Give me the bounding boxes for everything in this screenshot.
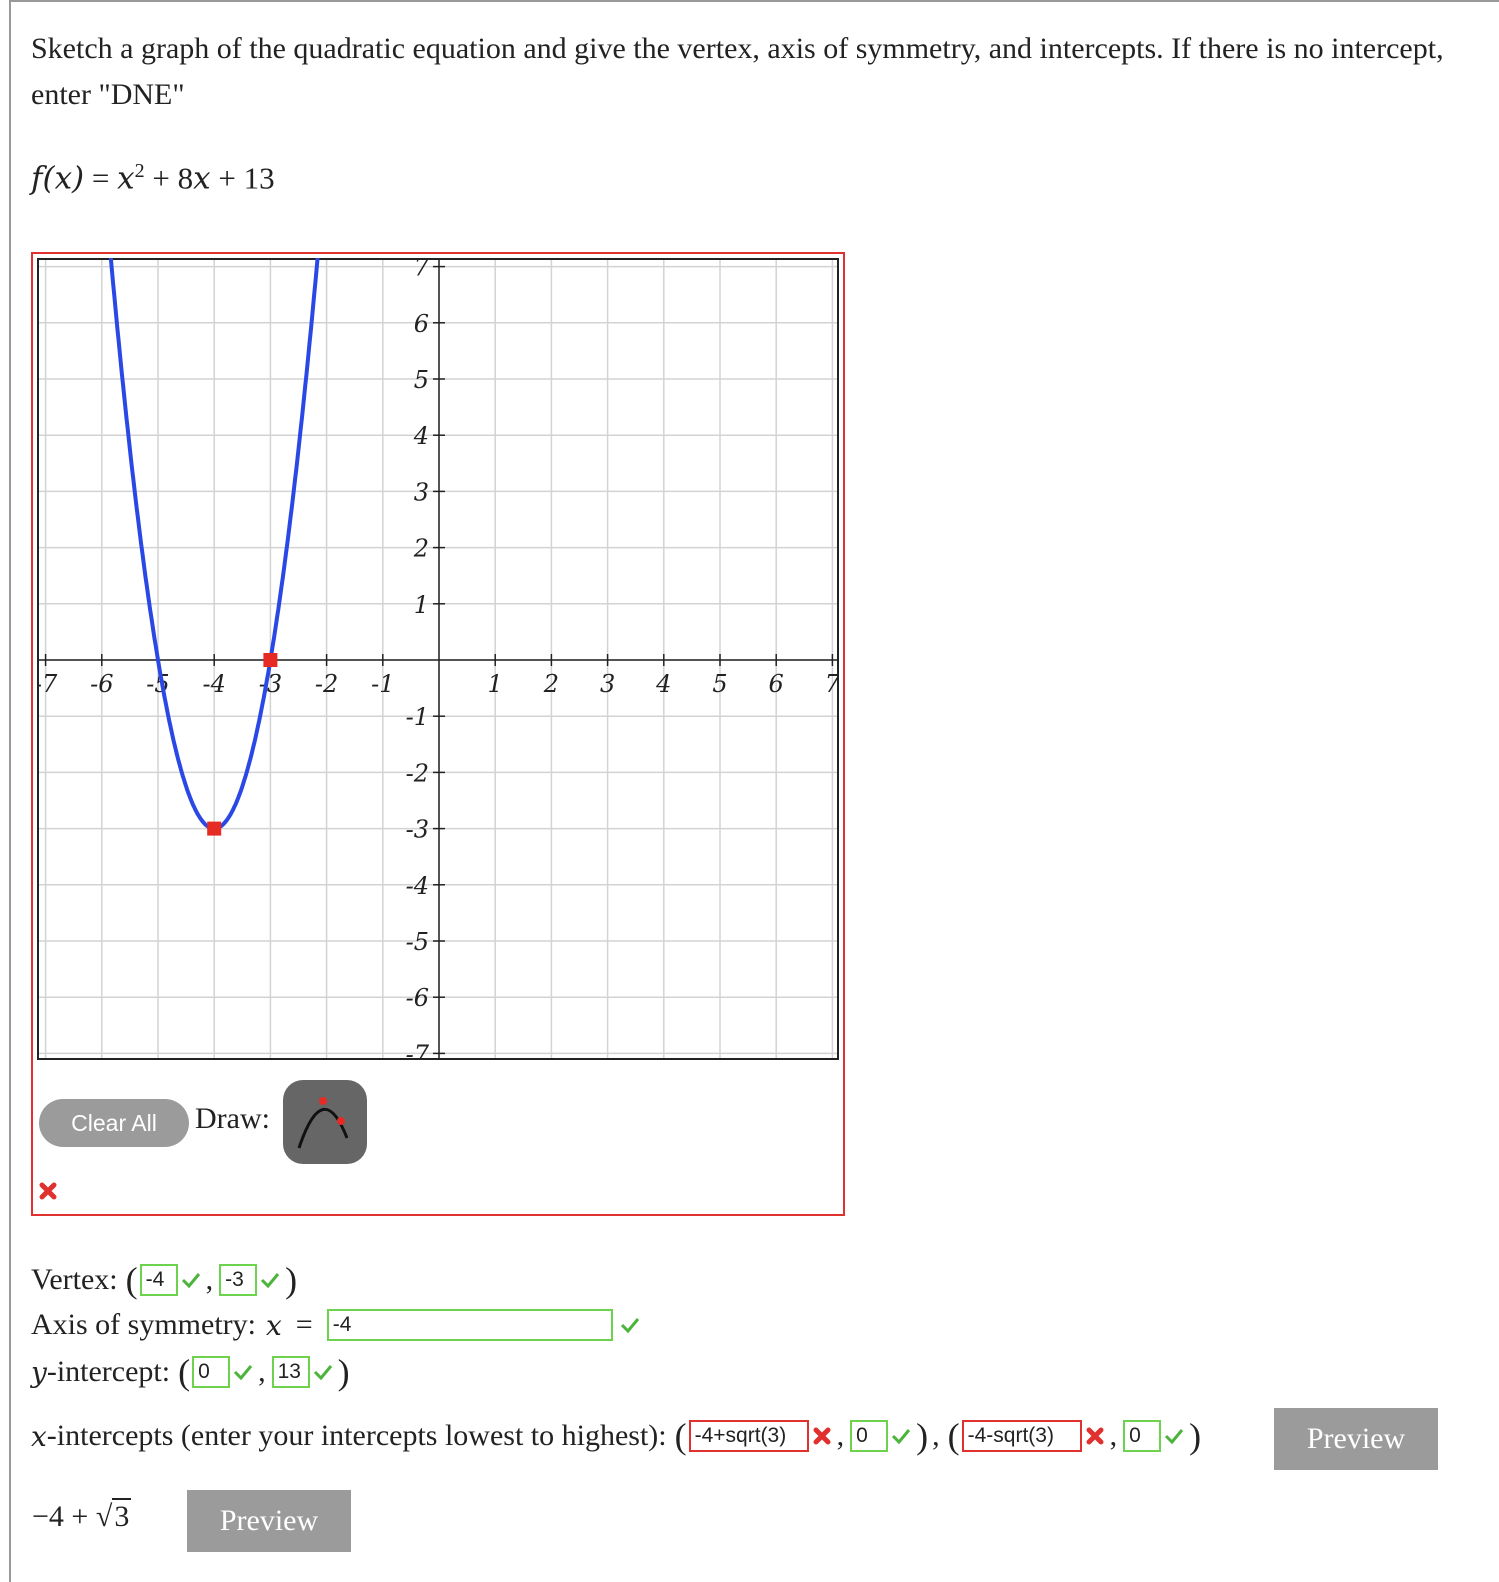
vertex-point — [207, 821, 222, 836]
y-tick-label: 7 — [414, 258, 430, 282]
function-term-linear: + 8 — [144, 160, 194, 196]
check-icon — [892, 1429, 911, 1445]
x-intercept-2-y-input[interactable]: 0 — [1123, 1420, 1162, 1452]
y-tick-label: 6 — [414, 310, 429, 338]
preview-button-2[interactable]: Preview — [187, 1490, 351, 1552]
y-intercept-row: y -intercept: ( 0 , 13 ) — [31, 1352, 350, 1392]
y-tick-label: -3 — [406, 816, 429, 844]
x-tick-label: 7 — [825, 670, 839, 698]
x-tick-label: -7 — [37, 670, 58, 698]
function-term-var2: x — [193, 160, 211, 197]
vertex-x-input[interactable]: -4 — [139, 1264, 178, 1296]
vertex-row: Vertex: ( -4 , -3 ) — [31, 1260, 298, 1300]
x-intercepts-label: -intercepts (enter your intercepts lowes… — [46, 1419, 667, 1452]
y-intercept-y-input[interactable]: 13 — [271, 1356, 310, 1388]
axis-label: Axis of symmetry: — [31, 1308, 256, 1341]
y-tick-label: -7 — [406, 1040, 430, 1060]
function-term-var: x — [117, 160, 135, 197]
check-icon — [1165, 1429, 1184, 1445]
axis-equals: = — [295, 1308, 313, 1341]
y-tick-label: 4 — [413, 422, 429, 450]
y-tick-label: 1 — [414, 591, 429, 619]
x-tick-label: 3 — [600, 670, 615, 698]
question-text: Sketch a graph of the quadratic equation… — [31, 32, 1444, 111]
function-lhs: f(x) — [31, 160, 85, 197]
y-intercept-label: -intercept: — [46, 1355, 171, 1388]
x-tick-label: -4 — [203, 670, 226, 698]
parabola-tool-button[interactable] — [283, 1080, 367, 1164]
x-intercepts-row: x -intercepts (enter your intercepts low… — [31, 1416, 1202, 1456]
vertex-y-input[interactable]: -3 — [219, 1264, 258, 1296]
y-intercept-variable: y — [31, 1355, 47, 1389]
y-tick-label: -6 — [406, 984, 429, 1012]
preview-math-output: −4 + √3 — [32, 1498, 132, 1533]
y-tick-label: 3 — [414, 478, 429, 506]
x-tick-label: 6 — [769, 670, 784, 698]
vertex-label: Vertex: — [31, 1263, 118, 1296]
preview-math-prefix: −4 + — [32, 1500, 96, 1533]
preview-button[interactable]: Preview — [1274, 1408, 1438, 1470]
y-tick-label: -2 — [406, 759, 429, 787]
x-tick-label: 5 — [712, 670, 727, 698]
x-intercept-1-x-input[interactable]: -4+sqrt(3) — [688, 1420, 809, 1452]
axis-row: Axis of symmetry: x = -4 — [31, 1308, 643, 1342]
x-tick-label: -3 — [259, 670, 282, 698]
function-exponent: 2 — [134, 160, 145, 182]
y-tick-label: -1 — [406, 703, 429, 731]
preview-math-radicand: 3 — [112, 1498, 132, 1533]
graph-answer-box: -7 -6 -5 -4 -3 -2 -1 1 2 3 4 5 6 7 7 6 5 4 3 2 1 -1 -2 -3 -4 -5 -6… — [31, 252, 845, 1216]
function-term-constant: + 13 — [210, 160, 275, 196]
y-tick-label: 5 — [414, 366, 429, 394]
x-tick-label: 2 — [543, 670, 559, 698]
incorrect-icon — [39, 1182, 57, 1200]
axis-variable: x — [266, 1308, 282, 1342]
function-equation: f(x) = x2 + 8x + 13 — [31, 160, 275, 197]
x-intercept-1-y-input[interactable]: 0 — [850, 1420, 889, 1452]
y-tick-label: -5 — [406, 928, 429, 956]
second-point — [263, 653, 278, 667]
clear-all-button[interactable]: Clear All — [39, 1099, 189, 1147]
check-icon — [313, 1365, 332, 1381]
graph-canvas[interactable]: -7 -6 -5 -4 -3 -2 -1 1 2 3 4 5 6 7 7 6 5 4 3 2 1 -1 -2 -3 -4 -5 -6… — [37, 258, 839, 1060]
incorrect-icon — [1086, 1427, 1104, 1445]
x-tick-label: -6 — [90, 670, 113, 698]
x-tick-label: -2 — [315, 670, 338, 698]
y-tick-label: -4 — [406, 872, 429, 900]
draw-label: Draw: — [195, 1102, 270, 1135]
x-intercepts-variable: x — [31, 1419, 47, 1453]
y-tick-label: 2 — [413, 535, 429, 563]
incorrect-icon — [813, 1427, 831, 1445]
axis-input[interactable]: -4 — [326, 1309, 613, 1341]
x-tick-label: -5 — [146, 670, 169, 698]
x-tick-label: -1 — [371, 670, 394, 698]
y-intercept-x-input[interactable]: 0 — [192, 1356, 231, 1388]
x-tick-label: 4 — [655, 670, 671, 698]
check-icon — [261, 1273, 280, 1289]
check-icon — [181, 1273, 200, 1289]
x-tick-label: 1 — [488, 670, 503, 698]
x-intercept-2-x-input[interactable]: -4-sqrt(3) — [961, 1420, 1082, 1452]
check-icon — [620, 1318, 639, 1334]
parabola-tool-icon — [297, 1097, 349, 1149]
check-icon — [234, 1365, 253, 1381]
